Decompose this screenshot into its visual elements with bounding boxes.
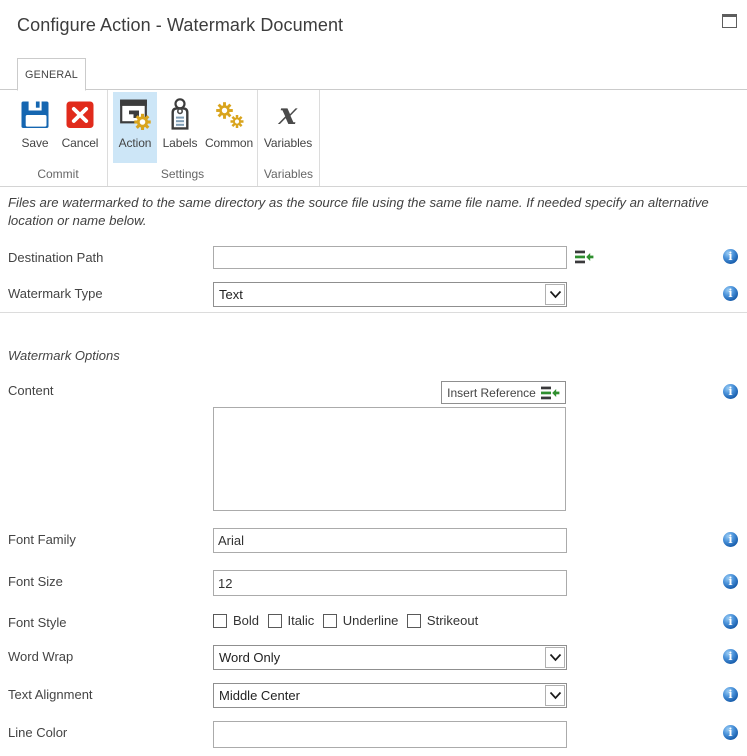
strikeout-checkbox[interactable] [406,613,421,628]
font-size-input[interactable] [213,570,567,596]
bold-checkbox-label: Bold [233,613,260,628]
insert-reference-icon[interactable] [575,250,594,269]
italic-checkbox[interactable] [267,613,282,628]
action-description: Files are watermarked to the same direct… [8,195,709,228]
watermark-type-value: Text [219,287,243,302]
action-button-label: Action [118,136,152,150]
destination-path-input[interactable] [213,246,567,269]
action-button[interactable]: Action [113,92,157,163]
word-wrap-select[interactable]: Word Only [213,645,567,670]
tab-general[interactable]: GENERAL [17,58,87,91]
font-size-label: Font Size [8,574,63,589]
font-size-info-icon[interactable]: i [723,574,738,589]
watermark-type-select[interactable]: Text [213,282,567,307]
save-button-label: Save [21,136,49,150]
insert-reference-button-label: Insert Reference [447,385,536,400]
font-family-info-icon[interactable]: i [723,532,738,547]
insert-reference-button[interactable]: Insert Reference [441,381,566,404]
variables-button[interactable]: x Variables [262,92,314,163]
font-family-input[interactable] [213,528,567,553]
line-color-label: Line Color [8,725,68,740]
text-alignment-value: Middle Center [219,688,300,703]
action-icon [119,98,151,130]
ribbon-group-label-commit: Commit [37,167,79,181]
variables-button-label: Variables [263,136,313,150]
line-color-info-icon[interactable]: i [723,725,738,740]
ribbon-group-settings: Action Labels Common Settings [108,90,258,186]
text-alignment-dropdown-arrow-icon[interactable] [545,685,565,706]
common-icon [213,98,245,130]
word-wrap-info-icon[interactable]: i [723,649,738,664]
cancel-button-label: Cancel [61,136,99,150]
font-style-label: Font Style [8,615,67,630]
save-button[interactable]: Save [13,92,57,163]
ribbon-group-variables: x Variables Variables [258,90,320,186]
line-color-input[interactable] [213,721,567,748]
word-wrap-dropdown-arrow-icon[interactable] [545,647,565,668]
section-separator [0,312,747,313]
text-alignment-info-icon[interactable]: i [723,687,738,702]
cancel-icon [64,98,96,130]
variables-icon: x [277,97,299,132]
bold-checkbox[interactable] [213,613,227,628]
page-title: Configure Action - Watermark Document [17,15,344,35]
text-alignment-select[interactable]: Middle Center [213,683,567,708]
content-textarea[interactable] [213,407,566,511]
labels-icon [164,98,196,130]
ribbon: Save Cancel Commit Action Labels Common … [0,90,747,187]
tab-strip: GENERAL [0,58,747,91]
watermark-type-dropdown-arrow-icon[interactable] [545,284,565,305]
common-button-label: Common [204,136,254,150]
ribbon-group-label-variables: Variables [263,167,314,181]
italic-checkbox-label: Italic [287,613,315,628]
destination-path-label: Destination Path [8,250,104,265]
font-style-checkbox-group: Bold Italic Underline Strikeout [213,613,487,628]
strikeout-checkbox-label: Strikeout [426,613,479,628]
labels-button-label: Labels [162,136,198,150]
watermark-options-heading: Watermark Options [8,348,120,363]
common-button[interactable]: Common [203,92,255,163]
word-wrap-label: Word Wrap [8,649,74,664]
destination-path-info-icon[interactable]: i [723,249,738,264]
underline-checkbox-label: Underline [342,613,399,628]
watermark-type-info-icon[interactable]: i [723,286,738,301]
maximize-icon[interactable] [722,14,737,28]
watermark-type-label: Watermark Type [8,286,103,301]
underline-checkbox[interactable] [322,613,337,628]
word-wrap-value: Word Only [219,650,281,665]
text-alignment-label: Text Alignment [8,687,93,702]
ribbon-group-commit: Save Cancel Commit [0,90,108,186]
labels-button[interactable]: Labels [158,92,202,163]
font-family-label: Font Family [8,532,76,547]
font-style-info-icon[interactable]: i [723,614,738,629]
cancel-button[interactable]: Cancel [58,92,102,163]
insert-reference-icon [540,386,560,400]
content-info-icon[interactable]: i [723,384,738,399]
save-icon [19,98,51,130]
ribbon-group-label-settings: Settings [160,167,205,181]
content-label: Content [8,383,54,398]
